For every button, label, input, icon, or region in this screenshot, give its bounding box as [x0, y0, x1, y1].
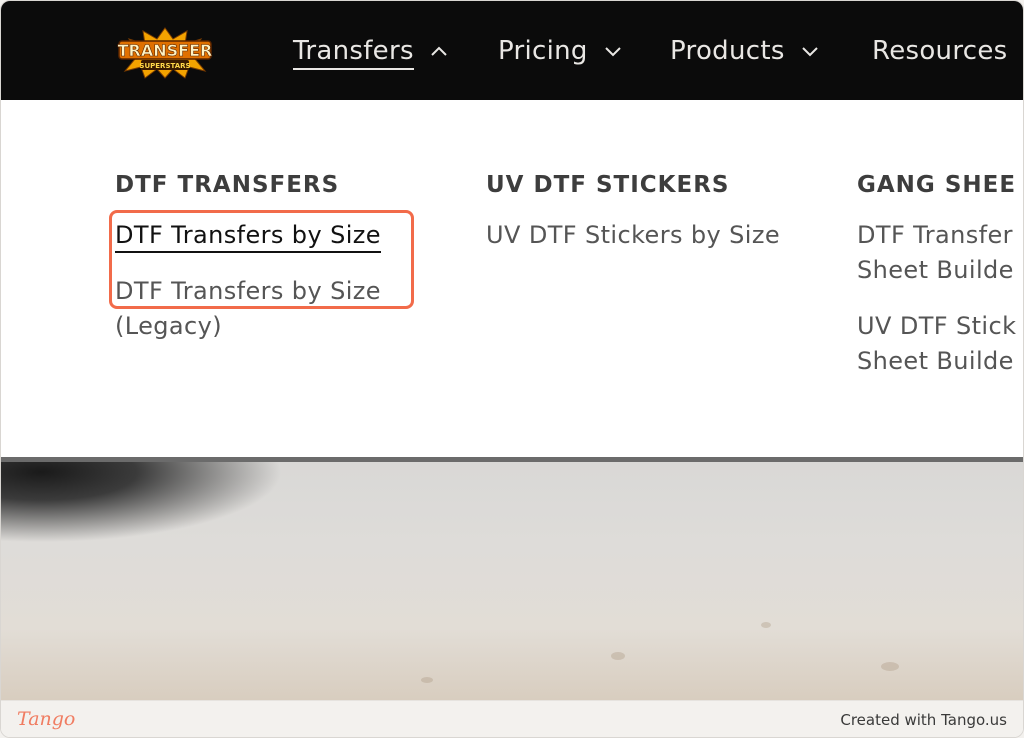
nav-pricing-label: Pricing [498, 36, 588, 66]
nav-transfers[interactable]: Transfers [293, 31, 448, 71]
menu-column-gang-sheets: GANG SHEE DTF Transfer Sheet Builde UV D… [857, 172, 1023, 379]
column-heading: DTF TRANSFERS [115, 172, 340, 198]
link-uv-dtf-sticker-sheet-builder[interactable]: UV DTF Stick Sheet Builde [857, 309, 1023, 379]
logo-starburst-icon: TRANSFER SUPERSTARS [117, 27, 213, 79]
browser-frame: TRANSFER SUPERSTARS Transfers Pricing Pr… [0, 0, 1024, 738]
nav-pricing[interactable]: Pricing [498, 31, 622, 71]
link-dtf-transfers-by-size[interactable]: DTF Transfers by Size [115, 218, 445, 253]
svg-text:TRANSFER: TRANSFER [118, 41, 213, 60]
transfer-superstars-logo[interactable]: TRANSFER SUPERSTARS [113, 27, 217, 79]
svg-text:SUPERSTARS: SUPERSTARS [139, 62, 190, 70]
nav-products[interactable]: Products [670, 31, 819, 71]
tango-logo[interactable]: Tango [17, 708, 75, 730]
nav-resources-label: Resources [872, 36, 1008, 66]
nav-transfers-label: Transfers [293, 36, 414, 70]
transfers-dropdown-menu: DTF TRANSFERS DTF Transfers by Size DTF … [1, 100, 1023, 458]
link-dtf-transfer-sheet-builder[interactable]: DTF Transfer Sheet Builde [857, 218, 1023, 288]
nav-resources[interactable]: Resources [872, 31, 1007, 71]
chevron-up-icon [430, 45, 448, 57]
nav-products-label: Products [670, 36, 785, 66]
column-heading: GANG SHEE [857, 172, 1017, 198]
hero-image [1, 462, 1023, 700]
link-dtf-transfers-by-size-legacy[interactable]: DTF Transfers by Size (Legacy) [115, 274, 445, 344]
menu-column-uv-dtf-stickers: UV DTF STICKERS UV DTF Stickers by Size [486, 172, 816, 253]
created-with-tango-link[interactable]: Created with Tango.us [840, 711, 1007, 729]
chevron-down-icon [801, 45, 819, 57]
chevron-down-icon [604, 45, 622, 57]
column-heading: UV DTF STICKERS [486, 172, 730, 198]
link-uv-dtf-stickers-by-size[interactable]: UV DTF Stickers by Size [486, 218, 816, 253]
menu-column-dtf-transfers: DTF TRANSFERS DTF Transfers by Size DTF … [115, 172, 445, 344]
tango-footer: Tango Created with Tango.us [1, 700, 1023, 737]
top-navbar: TRANSFER SUPERSTARS Transfers Pricing Pr… [1, 1, 1023, 100]
